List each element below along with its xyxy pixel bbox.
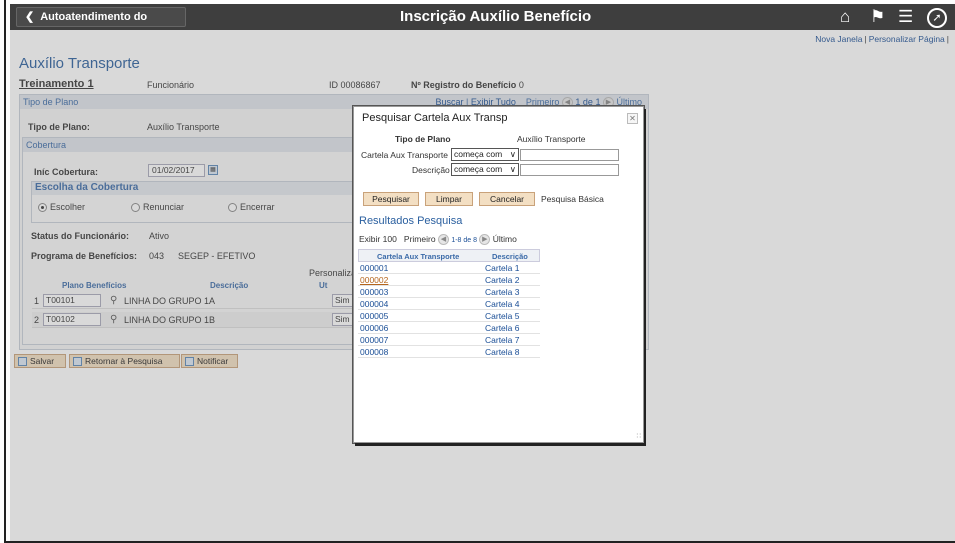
- page-banner-title: Inscrição Auxílio Benefício: [400, 8, 592, 25]
- desc-search-input[interactable]: [520, 164, 619, 176]
- close-icon[interactable]: ✕: [627, 113, 638, 124]
- lookup-modal: Pesquisar Cartela Aux Transp ✕ Tipo de P…: [353, 106, 644, 443]
- result-row[interactable]: 000003 Cartela 3: [358, 286, 540, 298]
- chevron-down-icon: ∨: [509, 149, 516, 159]
- back-button[interactable]: ❮ Autoatendimento do Gerente: [16, 7, 186, 41]
- desc-label: Descrição: [412, 165, 450, 175]
- clear-button[interactable]: Limpar: [425, 192, 473, 206]
- basic-search-link[interactable]: Pesquisa Básica: [541, 194, 604, 204]
- result-row[interactable]: 000001 Cartela 1: [358, 262, 540, 274]
- result-row[interactable]: 000002 Cartela 2: [358, 274, 540, 286]
- flag-icon[interactable]: ⚑: [870, 8, 885, 25]
- prev-arrow-icon[interactable]: ◀: [437, 234, 449, 246]
- next-arrow-icon[interactable]: ▶: [479, 234, 491, 246]
- chevron-left-icon: ❮: [25, 11, 35, 23]
- result-row[interactable]: 000005 Cartela 5: [358, 310, 540, 322]
- cancel-button[interactable]: Cancelar: [479, 192, 535, 206]
- results-title: Resultados Pesquisa: [359, 215, 463, 227]
- home-icon[interactable]: ⌂: [840, 8, 850, 25]
- modal-plan-type-label: Tipo de Plano: [395, 134, 451, 144]
- resize-grip-icon[interactable]: ∷: [637, 432, 641, 440]
- result-row[interactable]: 000008 Cartela 8: [358, 346, 540, 358]
- modal-plan-type-value: Auxílio Transporte: [517, 134, 586, 144]
- card-search-input[interactable]: [520, 149, 619, 161]
- results-table: Cartela Aux Transporte Descrição 000001 C…: [358, 249, 540, 358]
- result-row[interactable]: 000007 Cartela 7: [358, 334, 540, 346]
- navbar-icon[interactable]: ➚: [927, 8, 947, 28]
- results-table-header: Cartela Aux Transporte Descrição: [358, 249, 540, 262]
- menu-icon[interactable]: ☰: [898, 8, 913, 25]
- top-banner: ❮ Autoatendimento do Gerente Inscrição Au…: [10, 4, 955, 41]
- result-row[interactable]: 000006 Cartela 6: [358, 322, 540, 334]
- chevron-down-icon: ∨: [509, 164, 516, 174]
- modal-title: Pesquisar Cartela Aux Transp: [362, 112, 508, 124]
- results-navigation: Exibir 100 Primeiro ◀ 1-8 de 8 ▶ Último: [359, 234, 517, 246]
- card-label: Cartela Aux Transporte: [361, 150, 448, 160]
- result-row[interactable]: 000004 Cartela 4: [358, 298, 540, 310]
- search-button[interactable]: Pesquisar: [363, 192, 419, 206]
- card-operator-select[interactable]: começa com ∨: [451, 148, 519, 161]
- desc-operator-select[interactable]: começa com ∨: [451, 163, 519, 176]
